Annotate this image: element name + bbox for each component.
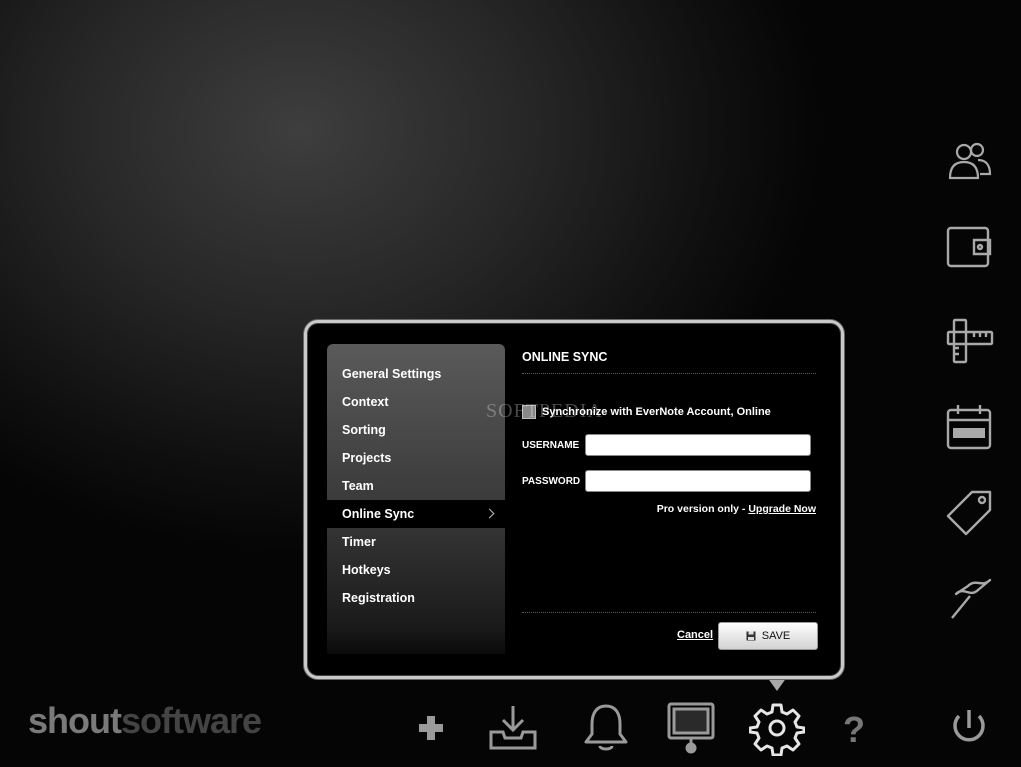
menu-item-general-settings[interactable]: General Settings [327, 360, 505, 388]
username-label: USERNAME [522, 439, 580, 451]
logo-part-shout: shout [28, 700, 122, 741]
password-row: PASSWORD [522, 470, 811, 492]
username-row: USERNAME [522, 434, 811, 456]
menu-item-online-sync[interactable]: Online Sync [327, 500, 505, 528]
logo-part-software: software [120, 700, 262, 741]
flag-icon[interactable] [944, 574, 994, 624]
online-sync-panel: ONLINE SYNC Synchronize with EverNote Ac… [522, 350, 818, 650]
save-label: SAVE [761, 630, 791, 642]
menu-item-timer[interactable]: Timer [327, 528, 505, 556]
download-tray-icon[interactable] [485, 700, 541, 756]
panel-title: ONLINE SYNC [522, 350, 608, 364]
dialog-pointer [767, 677, 787, 691]
username-input[interactable] [585, 434, 811, 456]
bell-icon[interactable] [578, 700, 634, 756]
add-icon[interactable] [403, 700, 459, 756]
password-label: PASSWORD [522, 475, 581, 487]
users-icon[interactable] [944, 136, 994, 186]
help-icon[interactable]: ? [826, 700, 882, 756]
softpedia-watermark: SOFTPEDIA [486, 400, 603, 422]
menu-item-context[interactable]: Context [327, 388, 505, 416]
settings-menu: General Settings Context Sorting Project… [327, 344, 505, 654]
monitor-icon[interactable] [663, 700, 719, 756]
power-icon[interactable] [941, 700, 997, 756]
tag-icon[interactable] [944, 488, 994, 538]
calendar-icon[interactable] [944, 402, 994, 452]
cancel-button[interactable]: Cancel [677, 629, 713, 641]
pro-version-note: Pro version only - Upgrade Now [657, 503, 816, 515]
menu-item-hotkeys[interactable]: Hotkeys [327, 556, 505, 584]
settings-dialog: General Settings Context Sorting Project… [304, 320, 844, 679]
menu-item-projects[interactable]: Projects [327, 444, 505, 472]
wallet-icon[interactable] [944, 222, 994, 272]
password-input[interactable] [585, 470, 811, 492]
footer-divider [522, 612, 816, 613]
menu-item-sorting[interactable]: Sorting [327, 416, 505, 444]
title-divider [522, 373, 816, 374]
shoutsoftware-logo: shoutsoftware [28, 700, 262, 742]
menu-item-team[interactable]: Team [327, 472, 505, 500]
gear-icon[interactable] [749, 700, 805, 756]
floppy-disk-icon [746, 631, 756, 641]
ruler-icon[interactable] [944, 316, 994, 366]
save-button[interactable]: SAVE [718, 622, 818, 650]
svg-text:?: ? [843, 709, 865, 750]
pro-note-text: Pro version only - [656, 503, 749, 515]
menu-item-registration[interactable]: Registration [327, 584, 505, 612]
upgrade-now-link[interactable]: Upgrade Now [748, 503, 816, 515]
